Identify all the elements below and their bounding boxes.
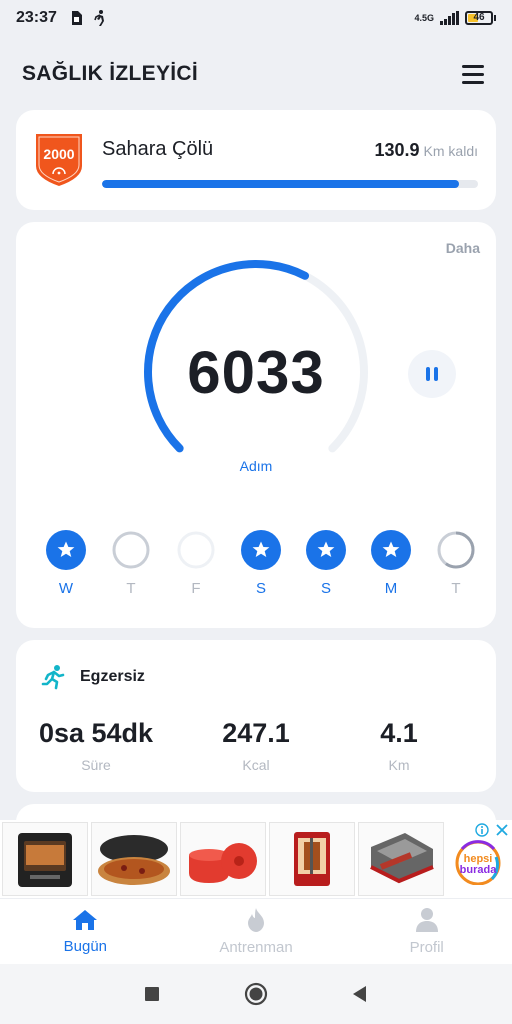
home-circle-icon[interactable]	[242, 980, 270, 1008]
badge-text: 2000	[43, 146, 74, 162]
challenge-progress-fill	[102, 180, 460, 188]
air-fryer-image[interactable]	[2, 822, 88, 896]
day-label: S	[320, 580, 331, 597]
stat-label: Kcal	[242, 757, 270, 773]
stat-label: Km	[388, 757, 410, 773]
person-icon	[415, 908, 438, 932]
day-progress-circle	[436, 530, 476, 570]
ad-banner[interactable]: hepsi burada	[0, 820, 512, 898]
status-time: 23:37	[16, 9, 57, 26]
challenge-name: Sahara Çölü	[102, 138, 214, 160]
network-type: 4.5G	[414, 13, 434, 23]
bottom-navigation: Bugün Antrenman Profil	[0, 898, 512, 964]
ad-brand-word-2: burada	[460, 864, 498, 876]
challenge-card[interactable]: 2000 Sahara Çölü 130.9 Km kaldı	[16, 110, 496, 210]
stat-value: 247.1	[222, 718, 290, 748]
system-navigation	[0, 964, 512, 1024]
day-complete-star-icon	[46, 530, 86, 570]
flame-icon	[248, 908, 264, 932]
day-complete-star-icon	[241, 530, 281, 570]
day-label: T	[451, 580, 461, 597]
day-item[interactable]: S	[296, 530, 356, 606]
signal-icon	[440, 11, 459, 25]
nav-label: Profil	[409, 939, 444, 956]
weekly-progress: WTFSSMT	[32, 530, 480, 606]
day-progress-circle	[111, 530, 151, 570]
day-complete-star-icon	[371, 530, 411, 570]
day-label: F	[191, 580, 201, 597]
app-header: SAĞLIK İZLEYİCİ	[0, 48, 512, 100]
challenge-badge: 2000	[36, 134, 82, 186]
day-item[interactable]: S	[231, 530, 291, 606]
day-label: S	[255, 580, 266, 597]
rotisserie-image[interactable]	[268, 822, 355, 896]
stat-label: Süre	[81, 757, 111, 773]
day-label: W	[58, 580, 74, 597]
day-item[interactable]: T	[101, 530, 161, 606]
stat-calories: 247.1 Kcal	[176, 718, 336, 773]
nav-profile[interactable]: Profil	[341, 899, 512, 964]
remaining-value: 130.9	[374, 140, 420, 160]
pizza-oven-image[interactable]	[90, 822, 177, 896]
day-item[interactable]: W	[36, 530, 96, 606]
steps-card: Daha 6033 Adım W T F S S M T	[16, 222, 496, 628]
ad-close-icon[interactable]	[494, 822, 510, 838]
more-link[interactable]: Daha	[446, 240, 480, 256]
running-icon	[41, 665, 65, 690]
step-unit-label: Adım	[239, 458, 273, 474]
pause-icon	[426, 367, 430, 381]
battery-level: 46	[473, 12, 485, 23]
exercise-card[interactable]: Egzersiz 0sa 54dk Süre 247.1 Kcal 4.1 Km	[16, 640, 496, 792]
day-progress-circle	[176, 530, 216, 570]
ad-brand-logo[interactable]: hepsi burada	[447, 822, 510, 896]
stat-value: 0sa 54dk	[38, 718, 154, 748]
page-title: SAĞLIK İZLEYİCİ	[22, 62, 199, 85]
stat-distance: 4.1 Km	[319, 718, 479, 773]
battery-icon: 46	[465, 11, 496, 25]
sim-icon	[67, 9, 85, 27]
day-label: T	[126, 580, 136, 597]
day-item[interactable]: T	[426, 530, 486, 606]
nav-today[interactable]: Bugün	[0, 899, 171, 964]
remaining-unit: Km kaldı	[423, 143, 478, 159]
ad-info-icon[interactable]	[474, 822, 490, 838]
challenge-remaining: 130.9 Km kaldı	[374, 140, 478, 161]
status-bar: 23:37 4.5G 46	[0, 0, 512, 36]
step-count: 6033	[187, 339, 325, 406]
stat-value: 4.1	[380, 718, 418, 748]
silicone-pot-image[interactable]	[179, 822, 266, 896]
recents-square-icon[interactable]	[138, 980, 166, 1008]
challenge-progress-bar	[102, 180, 478, 188]
day-item[interactable]: M	[361, 530, 421, 606]
walking-icon	[91, 9, 109, 27]
pause-button[interactable]	[408, 350, 456, 398]
day-item[interactable]: F	[166, 530, 226, 606]
hamburger-menu-icon[interactable]	[462, 60, 490, 88]
home-icon	[73, 910, 98, 930]
grill-image[interactable]	[357, 822, 444, 896]
nav-label: Antrenman	[219, 939, 293, 956]
day-label: M	[384, 580, 398, 597]
nav-label: Bugün	[63, 938, 108, 955]
exercise-title: Egzersiz	[80, 668, 145, 685]
nav-workout[interactable]: Antrenman	[171, 899, 342, 964]
day-complete-star-icon	[306, 530, 346, 570]
stat-duration: 0sa 54dk Süre	[16, 718, 176, 773]
back-triangle-icon[interactable]	[346, 980, 374, 1008]
